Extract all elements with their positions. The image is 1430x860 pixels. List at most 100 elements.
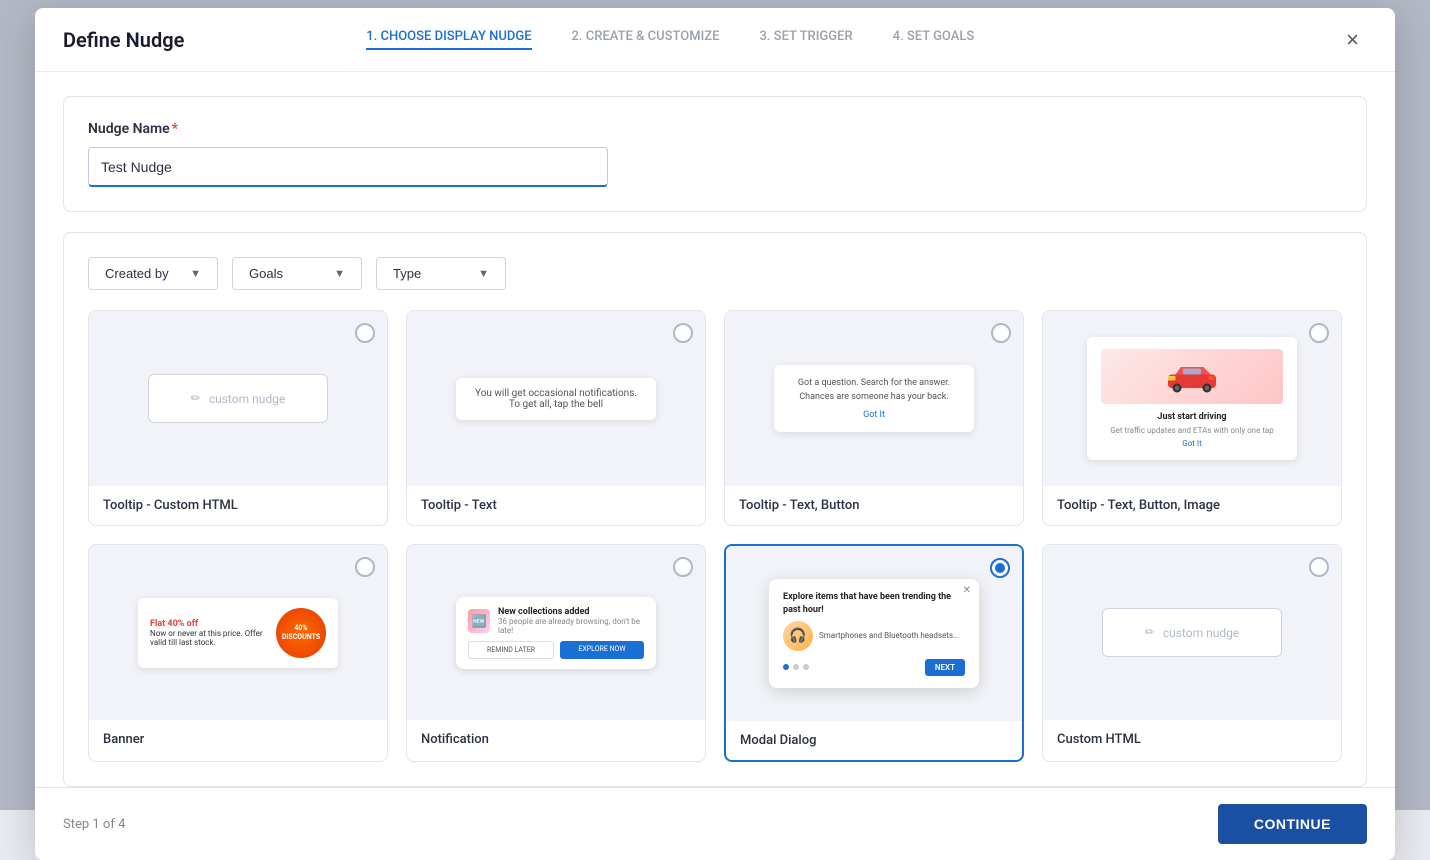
nudge-preview-custom-html-2: custom nudge xyxy=(1043,545,1341,720)
required-star: * xyxy=(172,121,178,137)
nudge-type-section: Created by ▼ Goals ▼ Type ▼ xyxy=(63,232,1367,787)
nudge-card-tooltip-text-button-image[interactable]: Just start driving Get traffic updates a… xyxy=(1042,310,1342,526)
nudge-card-banner[interactable]: Flat 40% off Now or never at this price.… xyxy=(88,544,388,762)
notif-header: 🆕 New collections added 36 people are al… xyxy=(468,607,644,635)
banner-desc: Now or never at this price. Offer valid … xyxy=(150,629,266,647)
nudge-card-label-4: Tooltip - Text, Button, Image xyxy=(1043,486,1341,525)
nudge-card-label-1: Tooltip - Custom HTML xyxy=(89,486,387,525)
tooltip-tbi-preview: Just start driving Get traffic updates a… xyxy=(1087,337,1297,460)
nudge-name-input[interactable] xyxy=(88,147,608,187)
dialog-image-row: 🎧 Smartphones and Bluetooth headsets... xyxy=(783,621,965,651)
radio-custom-html-2[interactable] xyxy=(1309,557,1329,577)
dialog-image: 🎧 xyxy=(783,621,813,651)
tbi-link: Got It xyxy=(1101,439,1283,448)
tbi-content: Just start driving Get traffic updates a… xyxy=(1101,412,1283,448)
notif-subtitle: 36 people are already browsing, don't be… xyxy=(498,617,644,635)
radio-modal-dialog[interactable] xyxy=(990,558,1010,578)
tbi-image xyxy=(1101,349,1283,404)
custom2-html-preview: custom nudge xyxy=(1102,608,1282,657)
notif-title: New collections added xyxy=(498,607,644,617)
modal-footer: Step 1 of 4 CONTINUE xyxy=(35,787,1395,860)
filters-row: Created by ▼ Goals ▼ Type ▼ xyxy=(88,257,1342,290)
nudge-preview-tooltip-text-button-image: Just start driving Get traffic updates a… xyxy=(1043,311,1341,486)
nudge-card-label-6: Notification xyxy=(407,720,705,759)
dot-2 xyxy=(793,664,799,670)
nudge-preview-notification: 🆕 New collections added 36 people are al… xyxy=(407,545,705,720)
nudge-card-modal-dialog[interactable]: ✕ Explore items that have been trending … xyxy=(724,544,1024,762)
dot-1 xyxy=(783,664,789,670)
dialog-next-button[interactable]: NEXT xyxy=(925,659,965,676)
car-icon xyxy=(1162,356,1222,396)
type-filter[interactable]: Type ▼ xyxy=(376,257,506,290)
modal-header: Define Nudge 1. CHOOSE DISPLAY NUDGE 2. … xyxy=(35,8,1395,72)
nudge-grid: custom nudge Tooltip - Custom HTML You w… xyxy=(88,310,1342,762)
close-button[interactable]: × xyxy=(1338,25,1367,55)
nudge-card-label-3: Tooltip - Text, Button xyxy=(725,486,1023,525)
tbi-title: Just start driving xyxy=(1101,412,1283,422)
dialog-dots xyxy=(783,664,809,670)
pencil-icon-2 xyxy=(1145,625,1155,640)
nudge-preview-tooltip-text-button: Got a question. Search for the answer. C… xyxy=(725,311,1023,486)
nudge-card-label-2: Tooltip - Text xyxy=(407,486,705,525)
radio-tooltip-custom-html[interactable] xyxy=(355,323,375,343)
tooltip-text-preview: You will get occasional notifications. T… xyxy=(456,378,656,420)
step-3[interactable]: 3. SET TRIGGER xyxy=(759,29,852,50)
nudge-preview-tooltip-custom-html: custom nudge xyxy=(89,311,387,486)
nudge-preview-banner: Flat 40% off Now or never at this price.… xyxy=(89,545,387,720)
chevron-down-icon: ▼ xyxy=(478,268,489,280)
nudge-card-tooltip-text[interactable]: You will get occasional notifications. T… xyxy=(406,310,706,526)
banner-flat-text: Flat 40% off xyxy=(150,619,266,629)
radio-notification[interactable] xyxy=(673,557,693,577)
tooltip-text-content: You will get occasional notifications. T… xyxy=(475,388,637,410)
dialog-body: Smartphones and Bluetooth headsets... xyxy=(819,631,959,640)
goals-filter[interactable]: Goals ▼ xyxy=(232,257,362,290)
dialog-preview: ✕ Explore items that have been trending … xyxy=(769,579,979,687)
nudge-card-tooltip-text-button[interactable]: Got a question. Search for the answer. C… xyxy=(724,310,1024,526)
nudge-card-label-7: Modal Dialog xyxy=(726,721,1022,760)
created-by-filter[interactable]: Created by ▼ xyxy=(88,257,218,290)
nudge-preview-modal-dialog: ✕ Explore items that have been trending … xyxy=(726,546,1022,721)
radio-tooltip-text-button-image[interactable] xyxy=(1309,323,1329,343)
notif-btn-remind[interactable]: REMIND LATER xyxy=(468,641,554,659)
custom2-html-label: custom nudge xyxy=(1163,626,1239,640)
nudge-name-section: Nudge Name* xyxy=(63,96,1367,212)
tooltip-tb-text: Got a question. Search for the answer. C… xyxy=(788,377,960,404)
nudge-card-label-8: Custom HTML xyxy=(1043,720,1341,759)
dialog-footer: NEXT xyxy=(783,659,965,676)
notif-title-text: New collections added 36 people are alre… xyxy=(498,607,644,635)
steps-nav: 1. CHOOSE DISPLAY NUDGE 2. CREATE & CUST… xyxy=(366,29,974,50)
define-nudge-modal: Define Nudge 1. CHOOSE DISPLAY NUDGE 2. … xyxy=(35,8,1395,860)
nudge-name-label: Nudge Name* xyxy=(88,121,1342,137)
nudge-preview-tooltip-text: You will get occasional notifications. T… xyxy=(407,311,705,486)
modal-title: Define Nudge xyxy=(63,28,184,52)
dialog-close-icon: ✕ xyxy=(963,585,971,596)
nudge-card-tooltip-custom-html[interactable]: custom nudge Tooltip - Custom HTML xyxy=(88,310,388,526)
nudge-card-label-5: Banner xyxy=(89,720,387,759)
chevron-down-icon: ▼ xyxy=(190,268,201,280)
modal-overlay: Define Nudge 1. CHOOSE DISPLAY NUDGE 2. … xyxy=(0,0,1430,810)
custom-html-preview: custom nudge xyxy=(148,374,328,423)
radio-tooltip-text-button[interactable] xyxy=(991,323,1011,343)
dialog-title: Explore items that have been trending th… xyxy=(783,591,965,616)
chevron-down-icon: ▼ xyxy=(334,268,345,280)
banner-preview: Flat 40% off Now or never at this price.… xyxy=(138,598,338,668)
banner-text: Flat 40% off Now or never at this price.… xyxy=(150,619,266,647)
notif-buttons: REMIND LATER EXPLORE NOW xyxy=(468,641,644,659)
continue-button[interactable]: CONTINUE xyxy=(1218,804,1367,844)
dot-3 xyxy=(803,664,809,670)
modal-body: Nudge Name* Created by ▼ Goals ▼ xyxy=(35,72,1395,787)
radio-tooltip-text[interactable] xyxy=(673,323,693,343)
step-indicator: Step 1 of 4 xyxy=(63,817,125,832)
nudge-card-custom-html-2[interactable]: custom nudge Custom HTML xyxy=(1042,544,1342,762)
step-2[interactable]: 2. CREATE & CUSTOMIZE xyxy=(572,29,720,50)
tooltip-tb-button: Got It xyxy=(788,410,960,420)
step-4[interactable]: 4. SET GOALS xyxy=(893,29,975,50)
custom-html-label: custom nudge xyxy=(209,392,285,406)
radio-banner[interactable] xyxy=(355,557,375,577)
tbi-desc: Get traffic updates and ETAs with only o… xyxy=(1101,425,1283,436)
tooltip-tb-preview: Got a question. Search for the answer. C… xyxy=(774,365,974,432)
step-1[interactable]: 1. CHOOSE DISPLAY NUDGE xyxy=(366,29,531,50)
pencil-icon xyxy=(191,391,201,406)
notif-btn-explore[interactable]: EXPLORE NOW xyxy=(560,641,644,659)
nudge-card-notification[interactable]: 🆕 New collections added 36 people are al… xyxy=(406,544,706,762)
